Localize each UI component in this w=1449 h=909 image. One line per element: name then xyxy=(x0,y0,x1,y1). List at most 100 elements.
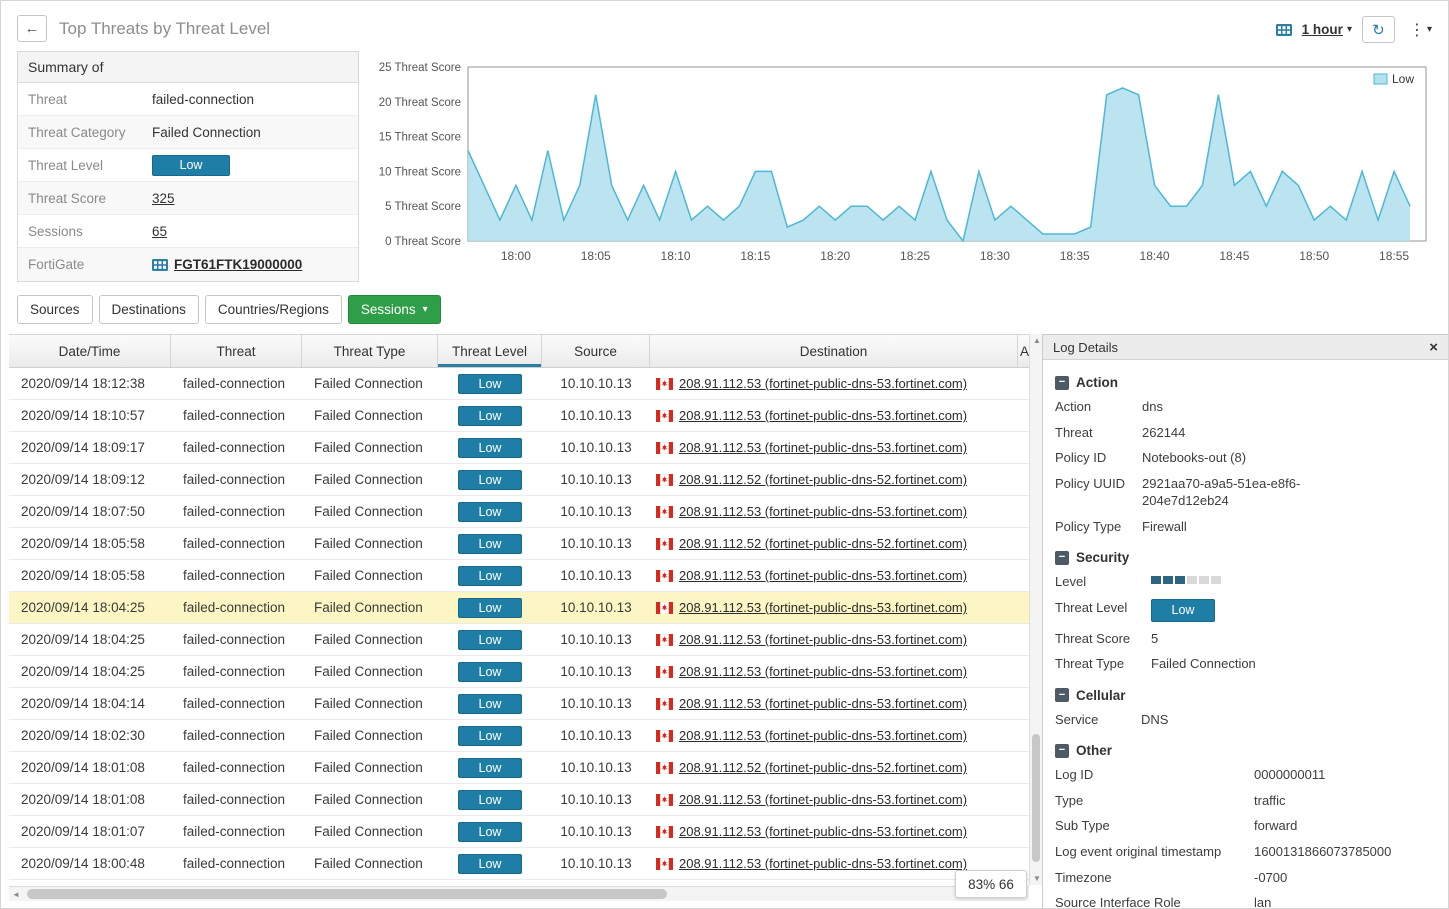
back-button[interactable]: ← xyxy=(17,15,47,42)
log-section-header[interactable]: −Cellular xyxy=(1055,688,1436,703)
x-axis-label: 18:55 xyxy=(1379,249,1409,263)
summary-body: Threatfailed-connectionThreat CategoryFa… xyxy=(18,83,358,281)
destination-link[interactable]: 208.91.112.53 (fortinet-public-dns-53.fo… xyxy=(679,856,967,871)
table-row[interactable]: 2020/09/14 18:04:25failed-connectionFail… xyxy=(9,624,1029,656)
cell-partial xyxy=(1018,752,1029,783)
collapse-icon[interactable]: − xyxy=(1055,376,1069,390)
table-row[interactable]: 2020/09/14 18:02:30failed-connectionFail… xyxy=(9,720,1029,752)
table-row[interactable]: 2020/09/14 18:07:50failed-connectionFail… xyxy=(9,496,1029,528)
level-meter xyxy=(1151,576,1221,584)
table-row[interactable]: 2020/09/14 18:05:58failed-connectionFail… xyxy=(9,528,1029,560)
destination-link[interactable]: 208.91.112.53 (fortinet-public-dns-53.fo… xyxy=(679,792,967,807)
destination-link[interactable]: 208.91.112.53 (fortinet-public-dns-53.fo… xyxy=(679,632,967,647)
collapse-icon[interactable]: − xyxy=(1055,688,1069,702)
cell-destination: 208.91.112.53 (fortinet-public-dns-53.fo… xyxy=(650,816,1018,847)
destination-link[interactable]: 208.91.112.52 (fortinet-public-dns-52.fo… xyxy=(679,760,967,775)
legend-label: Low xyxy=(1392,72,1414,86)
canada-flag-icon xyxy=(656,826,673,838)
destination-link[interactable]: 208.91.112.53 (fortinet-public-dns-53.fo… xyxy=(679,664,967,679)
summary-value-link[interactable]: 325 xyxy=(152,191,175,206)
log-section-header[interactable]: −Other xyxy=(1055,743,1436,758)
column-header-destination[interactable]: Destination xyxy=(650,335,1018,367)
destination-link[interactable]: 208.91.112.52 (fortinet-public-dns-52.fo… xyxy=(679,536,967,551)
table-row[interactable]: 2020/09/14 18:05:58failed-connectionFail… xyxy=(9,560,1029,592)
log-field-value: dns xyxy=(1142,398,1163,416)
cell-threat-type: Failed Connection xyxy=(302,528,438,559)
canada-flag-icon xyxy=(656,730,673,742)
log-section-action: −ActionActiondnsThreat262144Policy IDNot… xyxy=(1055,375,1436,535)
threat-level-badge: Low xyxy=(458,502,522,522)
table-row[interactable]: 2020/09/14 18:09:12failed-connectionFail… xyxy=(9,464,1029,496)
cell-partial xyxy=(1018,368,1029,399)
table-row[interactable]: 2020/09/14 18:12:38failed-connectionFail… xyxy=(9,368,1029,400)
destination-link[interactable]: 208.91.112.53 (fortinet-public-dns-53.fo… xyxy=(679,408,967,423)
destination-link[interactable]: 208.91.112.53 (fortinet-public-dns-53.fo… xyxy=(679,824,967,839)
cell-threat-level: Low xyxy=(438,816,542,847)
summary-row-threat-level: Threat LevelLow xyxy=(18,149,358,182)
cell-destination: 208.91.112.53 (fortinet-public-dns-53.fo… xyxy=(650,400,1018,431)
close-icon[interactable]: × xyxy=(1429,339,1438,356)
tab-sources[interactable]: Sources xyxy=(17,295,93,324)
destination-link[interactable]: 208.91.112.52 (fortinet-public-dns-52.fo… xyxy=(679,472,967,487)
log-field-log-event-original-timestamp: Log event original timestamp160013186607… xyxy=(1055,843,1436,861)
cell-datetime: 2020/09/14 18:12:38 xyxy=(9,368,171,399)
cell-source: 10.10.10.13 xyxy=(542,400,650,431)
tab-sessions[interactable]: Sessions▾ xyxy=(348,295,441,324)
tab-countries-regions[interactable]: Countries/Regions xyxy=(205,295,342,324)
summary-value-link[interactable]: 65 xyxy=(152,224,167,239)
table-row[interactable]: 2020/09/14 18:00:48failed-connectionFail… xyxy=(9,848,1029,880)
tab-destinations[interactable]: Destinations xyxy=(99,295,199,324)
column-header-a[interactable]: A xyxy=(1018,335,1029,367)
horizontal-scrollbar[interactable]: ◄ ► xyxy=(9,886,1029,901)
column-header-date-time[interactable]: Date/Time xyxy=(9,335,171,367)
scroll-left-icon[interactable]: ◄ xyxy=(12,890,20,899)
scroll-up-icon[interactable]: ▲ xyxy=(1033,336,1041,345)
summary-label: Threat xyxy=(28,92,152,107)
threat-level-badge: Low xyxy=(1151,599,1215,622)
table-row[interactable]: 2020/09/14 18:04:14failed-connectionFail… xyxy=(9,688,1029,720)
table-row[interactable]: 2020/09/14 18:01:08failed-connectionFail… xyxy=(9,752,1029,784)
horizontal-scrollbar-thumb[interactable] xyxy=(27,889,667,899)
cell-threat: failed-connection xyxy=(171,560,302,591)
table-row[interactable]: 2020/09/14 18:04:25failed-connectionFail… xyxy=(9,656,1029,688)
destination-link[interactable]: 208.91.112.53 (fortinet-public-dns-53.fo… xyxy=(679,728,967,743)
table-row[interactable]: 2020/09/14 18:01:08failed-connectionFail… xyxy=(9,784,1029,816)
table-row[interactable]: 2020/09/14 18:01:07failed-connectionFail… xyxy=(9,816,1029,848)
cell-destination: 208.91.112.53 (fortinet-public-dns-53.fo… xyxy=(650,656,1018,687)
table-row[interactable]: 2020/09/14 18:09:17failed-connectionFail… xyxy=(9,432,1029,464)
log-section-header[interactable]: −Action xyxy=(1055,375,1436,390)
log-field-label: Level xyxy=(1055,573,1151,591)
column-header-threat-type[interactable]: Threat Type xyxy=(302,335,438,367)
destination-link[interactable]: 208.91.112.53 (fortinet-public-dns-53.fo… xyxy=(679,376,967,391)
more-menu-button[interactable]: ⋮ ▾ xyxy=(1405,20,1436,40)
cell-threat: failed-connection xyxy=(171,464,302,495)
destination-link[interactable]: 208.91.112.53 (fortinet-public-dns-53.fo… xyxy=(679,440,967,455)
table-row[interactable]: 2020/09/14 18:10:57failed-connectionFail… xyxy=(9,400,1029,432)
collapse-icon[interactable]: − xyxy=(1055,551,1069,565)
log-field-level: Level xyxy=(1055,573,1436,591)
summary-label: Threat Score xyxy=(28,191,152,206)
collapse-icon[interactable]: − xyxy=(1055,744,1069,758)
column-header-source[interactable]: Source xyxy=(542,335,650,367)
x-axis-label: 18:00 xyxy=(501,249,531,263)
vertical-scrollbar-thumb[interactable] xyxy=(1032,734,1040,862)
refresh-button[interactable]: ↻ xyxy=(1362,16,1395,43)
table-row[interactable]: 2020/09/14 18:04:25failed-connectionFail… xyxy=(9,592,1029,624)
threat-level-badge: Low xyxy=(458,854,522,874)
vertical-scrollbar[interactable]: ▲ ▼ xyxy=(1029,334,1042,885)
destination-link[interactable]: 208.91.112.53 (fortinet-public-dns-53.fo… xyxy=(679,568,967,583)
log-field-value: Firewall xyxy=(1142,518,1187,536)
scroll-down-icon[interactable]: ▼ xyxy=(1033,874,1041,883)
fortigate-name-link[interactable]: FGT61FTK19000000 xyxy=(174,257,302,272)
log-section-title: Other xyxy=(1076,743,1112,758)
column-header-threat-level[interactable]: Threat Level xyxy=(438,335,542,367)
destination-link[interactable]: 208.91.112.53 (fortinet-public-dns-53.fo… xyxy=(679,600,967,615)
canada-flag-icon xyxy=(656,666,673,678)
time-range-dropdown[interactable]: 1 hour ▾ xyxy=(1302,22,1352,37)
destination-link[interactable]: 208.91.112.53 (fortinet-public-dns-53.fo… xyxy=(679,696,967,711)
log-section-header[interactable]: −Security xyxy=(1055,550,1436,565)
log-details-header: Log Details × xyxy=(1043,335,1448,360)
column-header-threat[interactable]: Threat xyxy=(171,335,302,367)
destination-link[interactable]: 208.91.112.53 (fortinet-public-dns-53.fo… xyxy=(679,504,967,519)
canada-flag-icon xyxy=(656,794,673,806)
